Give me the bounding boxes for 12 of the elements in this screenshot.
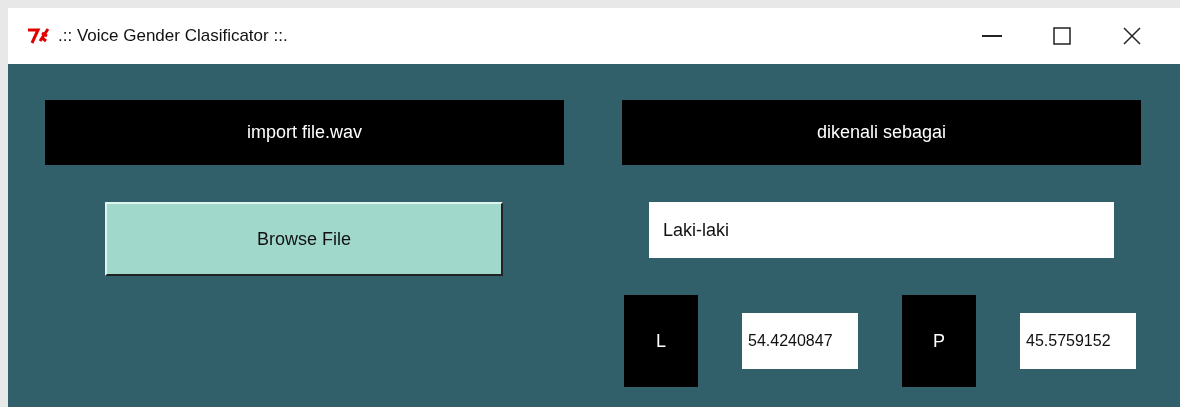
section-heading: import file.wav xyxy=(45,100,564,165)
window-title: .:: Voice Gender Clasificator ::. xyxy=(58,25,288,48)
score-field[interactable]: 54.4240847 xyxy=(742,313,858,369)
maximize-icon xyxy=(1053,27,1071,45)
close-icon xyxy=(1123,27,1141,45)
browse-button[interactable]: Browse File xyxy=(105,202,503,276)
score-label: P xyxy=(902,295,976,387)
result-field[interactable]: Laki-laki xyxy=(649,202,1114,258)
section-heading: dikenali sebagai xyxy=(622,100,1141,165)
score-field[interactable]: 45.5759152 xyxy=(1020,313,1136,369)
minimize-icon xyxy=(982,35,1002,37)
score-label: L xyxy=(624,295,698,387)
